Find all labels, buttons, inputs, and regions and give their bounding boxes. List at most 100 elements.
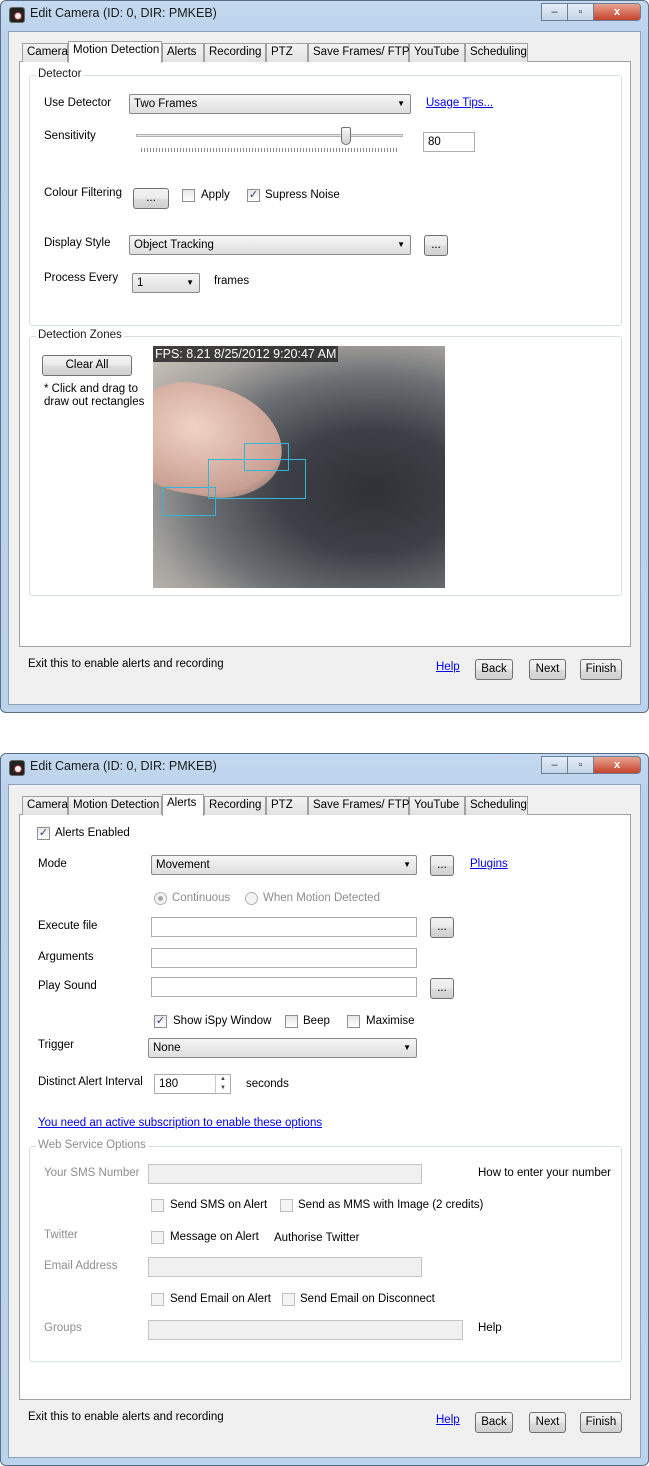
when-motion-radio[interactable] (245, 892, 258, 905)
beep-checkbox[interactable] (285, 1015, 298, 1028)
tab-youtube[interactable]: YouTube (409, 43, 465, 62)
groups-help-link[interactable]: Help (478, 1322, 502, 1334)
send-mms-label: Send as MMS with Image (2 credits) (298, 1199, 484, 1211)
trigger-value: None (153, 1042, 181, 1054)
clear-all-button[interactable]: Clear All (42, 355, 132, 376)
back-button[interactable]: Back (475, 1412, 513, 1433)
play-sound-input[interactable] (151, 977, 417, 997)
use-detector-select[interactable]: Two Frames ▼ (129, 94, 411, 114)
camera-preview[interactable]: FPS: 8.21 8/25/2012 9:20:47 AM (153, 346, 445, 588)
maximize-button[interactable]: ▫ (567, 3, 594, 21)
tab-motion-detection[interactable]: Motion Detection (68, 41, 162, 63)
when-motion-label: When Motion Detected (263, 892, 380, 904)
tab-youtube[interactable]: YouTube (409, 796, 465, 815)
display-style-select[interactable]: Object Tracking ▼ (129, 235, 411, 255)
web-service-label: Web Service Options (36, 1139, 148, 1151)
maximise-checkbox[interactable] (347, 1015, 360, 1028)
browse-execute-button[interactable]: ... (430, 917, 454, 938)
seconds-label: seconds (246, 1078, 289, 1090)
fps-overlay: FPS: 8.21 8/25/2012 9:20:47 AM (153, 346, 339, 362)
minimize-button[interactable]: – (541, 3, 568, 21)
close-button[interactable]: x (593, 756, 641, 774)
ispy-eye-icon (9, 760, 25, 776)
zones-note-line1: * Click and drag to (44, 383, 138, 395)
tab-camera[interactable]: Camera (22, 796, 68, 815)
window-title: Edit Camera (ID: 0, DIR: PMKEB) (30, 759, 217, 773)
subscription-link[interactable]: You need an active subscription to enabl… (38, 1117, 322, 1129)
next-button[interactable]: Next (529, 659, 566, 680)
show-window-label: Show iSpy Window (173, 1015, 272, 1027)
detection-zone-rect[interactable] (163, 487, 216, 516)
tab-motion-detection[interactable]: Motion Detection (68, 796, 162, 815)
tab-ptz[interactable]: PTZ (266, 796, 308, 815)
authorise-twitter-link[interactable]: Authorise Twitter (274, 1232, 359, 1244)
email-address-input[interactable] (148, 1257, 422, 1277)
continuous-radio[interactable] (154, 892, 167, 905)
sms-number-input[interactable] (148, 1164, 422, 1184)
tab-save-frames[interactable]: Save Frames/ FTP (308, 43, 410, 62)
help-link[interactable]: Help (436, 1414, 460, 1426)
usage-tips-link[interactable]: Usage Tips... (426, 97, 493, 109)
groups-label: Groups (44, 1322, 82, 1334)
interval-spinner[interactable]: 180 ▲ ▼ (154, 1074, 231, 1094)
dropdown-arrow-icon: ▼ (397, 99, 405, 108)
tab-scheduling[interactable]: Scheduling (465, 43, 528, 62)
mode-options-button[interactable]: ... (430, 855, 454, 876)
sensitivity-slider-track[interactable] (136, 134, 403, 137)
sms-help-link[interactable]: How to enter your number (478, 1167, 611, 1179)
send-email-disconnect-checkbox[interactable] (282, 1293, 295, 1306)
close-button[interactable]: x (593, 3, 641, 21)
arguments-input[interactable] (151, 948, 417, 968)
continuous-label: Continuous (172, 892, 231, 904)
finish-button[interactable]: Finish (580, 659, 622, 680)
detection-zone-rect[interactable] (208, 459, 306, 499)
execute-file-input[interactable] (151, 917, 417, 937)
send-sms-checkbox[interactable] (151, 1199, 164, 1212)
sms-number-label: Your SMS Number (44, 1167, 140, 1179)
trigger-select[interactable]: None ▼ (148, 1038, 417, 1058)
colour-filtering-label: Colour Filtering (44, 187, 122, 199)
plugins-link[interactable]: Plugins (470, 858, 508, 870)
browse-sound-button[interactable]: ... (430, 978, 454, 999)
display-style-options-button[interactable]: ... (424, 235, 448, 256)
tab-camera[interactable]: Camera (22, 43, 68, 62)
use-detector-value: Two Frames (134, 98, 198, 110)
message-on-alert-checkbox[interactable] (151, 1231, 164, 1244)
mode-label: Mode (38, 858, 67, 870)
next-button[interactable]: Next (529, 1412, 566, 1433)
tab-recording[interactable]: Recording (204, 43, 266, 62)
send-email-checkbox[interactable] (151, 1293, 164, 1306)
detector-group-label: Detector (36, 68, 84, 80)
tab-ptz[interactable]: PTZ (266, 43, 308, 62)
play-sound-label: Play Sound (38, 980, 97, 992)
process-every-select[interactable]: 1 ▼ (132, 273, 200, 293)
send-mms-checkbox[interactable] (280, 1199, 293, 1212)
sensitivity-input[interactable]: 80 (423, 132, 475, 152)
tab-scheduling[interactable]: Scheduling (465, 796, 528, 815)
help-link[interactable]: Help (436, 661, 460, 673)
colour-filter-button[interactable]: ... (133, 188, 169, 209)
supress-noise-checkbox[interactable]: ✓ (247, 189, 260, 202)
tab-alerts[interactable]: Alerts (162, 794, 204, 816)
back-button[interactable]: Back (475, 659, 513, 680)
sensitivity-slider-thumb[interactable] (341, 127, 351, 145)
zones-note-line2: draw out rectangles (44, 396, 145, 408)
interval-value: 180 (159, 1078, 179, 1090)
dropdown-arrow-icon: ▼ (397, 240, 405, 249)
tab-recording[interactable]: Recording (204, 796, 266, 815)
edit-camera-window-motion: Edit Camera (ID: 0, DIR: PMKEB) – ▫ x Ca… (0, 0, 649, 713)
finish-button[interactable]: Finish (580, 1412, 622, 1433)
spin-arrows-icon[interactable]: ▲ ▼ (215, 1075, 230, 1093)
show-window-checkbox[interactable]: ✓ (154, 1015, 167, 1028)
minimize-button[interactable]: – (541, 756, 568, 774)
alerts-enabled-checkbox[interactable]: ✓ (37, 827, 50, 840)
apply-label: Apply (201, 189, 230, 201)
display-style-value: Object Tracking (134, 239, 214, 251)
maximize-button[interactable]: ▫ (567, 756, 594, 774)
groups-input[interactable] (148, 1320, 463, 1340)
tab-alerts[interactable]: Alerts (162, 43, 204, 62)
mode-select[interactable]: Movement ▼ (151, 855, 417, 875)
footer-note: Exit this to enable alerts and recording (28, 1411, 224, 1423)
apply-checkbox[interactable] (182, 189, 195, 202)
tab-save-frames[interactable]: Save Frames/ FTP (308, 796, 410, 815)
